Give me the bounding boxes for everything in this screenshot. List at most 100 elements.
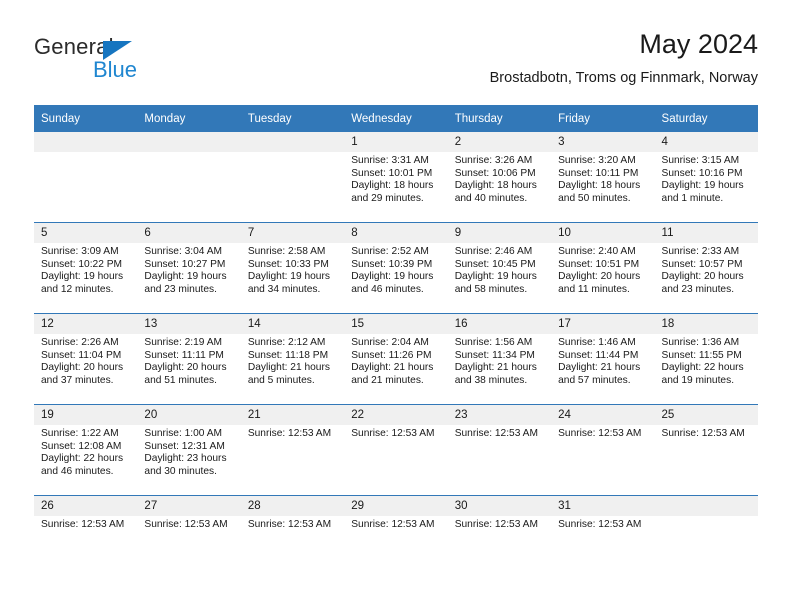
day-detail-line: and 23 minutes. <box>661 283 735 295</box>
day-sun-details: Sunrise: 2:19 AM Sunset: 11:11 PM Daylight… <box>137 334 240 387</box>
day-detail-line: Sunset: 10:33 PM <box>247 258 329 270</box>
day-number: 15 <box>344 314 448 334</box>
day-sun-details: Sunrise: 12:53 AM <box>344 516 447 532</box>
day-number: 24 <box>551 405 655 425</box>
day-number: 29 <box>344 496 448 516</box>
calendar-day-cell[interactable]: 10 Sunrise: 2:40 AM Sunset: 10:51 PM Daylig… <box>551 222 655 314</box>
weekday-header-saturday: Saturday <box>654 105 758 132</box>
day-number: 19 <box>34 405 138 425</box>
logo-text-blue: Blue <box>93 57 138 82</box>
day-sun-details: Sunrise: 12:53 AM <box>551 516 654 532</box>
day-sun-details: Sunrise: 1:46 AM Sunset: 11:44 PM Daylight… <box>551 334 654 387</box>
day-number <box>240 132 345 152</box>
day-detail-line: Daylight: 22 hours <box>41 453 124 465</box>
day-detail-line: Sunrise: 12:53 AM <box>661 428 745 439</box>
day-sun-details: Sunrise: 3:04 AM Sunset: 10:27 PM Daylight… <box>137 243 240 296</box>
day-detail-line: Daylight: 19 hours <box>454 271 537 283</box>
day-number <box>654 496 758 516</box>
day-detail-line: Sunrise: 2:58 AM <box>247 246 326 257</box>
calendar-day-cell[interactable]: 28 Sunrise: 12:53 AM <box>240 495 345 586</box>
day-sun-details: Sunrise: 12:53 AM <box>137 516 240 532</box>
calendar-day-cell[interactable]: 9 Sunrise: 2:46 AM Sunset: 10:45 PM Dayligh… <box>447 222 552 314</box>
day-detail-line: Sunrise: 2:52 AM <box>351 246 429 257</box>
day-number: 12 <box>34 314 138 334</box>
day-number: 9 <box>447 223 552 243</box>
day-sun-details: Sunrise: 12:53 AM <box>448 516 551 532</box>
day-sun-details: Sunrise: 2:26 AM Sunset: 11:04 PM Daylight… <box>34 334 137 387</box>
day-sun-details: Sunrise: 1:56 AM Sunset: 11:34 PM Daylight… <box>448 334 551 387</box>
day-number: 28 <box>240 496 345 516</box>
calendar-day-cell[interactable]: 20 Sunrise: 1:00 AM Sunset: 12:31 AM Daylig… <box>137 404 241 496</box>
day-sun-details: Sunrise: 12:53 AM <box>241 516 344 532</box>
calendar-day-cell[interactable]: 21 Sunrise: 12:53 AM <box>240 404 345 496</box>
day-sun-details: Sunrise: 2:58 AM Sunset: 10:33 PM Daylight… <box>241 243 344 296</box>
day-detail-line: Daylight: 21 hours <box>454 362 537 374</box>
calendar-grid: Sunday Monday Tuesday Wednesday Thursday Frid… <box>34 105 758 586</box>
calendar-day-cell[interactable]: 30 Sunrise: 12:53 AM <box>447 495 552 586</box>
calendar-day-cell[interactable]: 3 Sunrise: 3:20 AM Sunset: 10:11 PM Dayligh… <box>551 132 655 223</box>
day-number: 1 <box>344 132 448 152</box>
calendar-day-cell[interactable]: 2 Sunrise: 3:26 AM Sunset: 10:06 PM Dayligh… <box>447 132 552 223</box>
day-sun-details: Sunrise: 3:09 AM Sunset: 10:22 PM Daylight… <box>34 243 137 296</box>
day-number: 30 <box>447 496 552 516</box>
day-number: 17 <box>551 314 655 334</box>
calendar-day-cell[interactable]: 13 Sunrise: 2:19 AM Sunset: 11:11 PM Daylig… <box>137 313 241 405</box>
calendar-week-row: 12 Sunrise: 2:26 AM Sunset: 11:04 PM Daylig… <box>34 313 758 405</box>
day-detail-line: Sunrise: 3:15 AM <box>661 155 740 166</box>
day-detail-line: and 58 minutes. <box>454 283 528 295</box>
day-number: 26 <box>34 496 138 516</box>
day-detail-line: Sunrise: 1:56 AM <box>454 337 533 348</box>
day-detail-line: Sunrise: 3:09 AM <box>41 246 119 257</box>
day-sun-details: Sunrise: 2:04 AM Sunset: 11:26 PM Daylight… <box>344 334 447 387</box>
day-detail-line: Sunset: 10:11 PM <box>558 167 639 179</box>
day-detail-line: Daylight: 18 hours <box>454 180 537 192</box>
day-sun-details: Sunrise: 2:52 AM Sunset: 10:39 PM Daylight… <box>344 243 447 296</box>
calendar-day-cell[interactable]: 27 Sunrise: 12:53 AM <box>137 495 241 586</box>
day-detail-line: Sunset: 10:57 PM <box>661 258 743 270</box>
day-detail-line: Sunrise: 12:53 AM <box>558 428 642 439</box>
calendar-day-cell[interactable]: 5 Sunrise: 3:09 AM Sunset: 10:22 PM Dayligh… <box>34 222 138 314</box>
calendar-table: Sunday Monday Tuesday Wednesday Thursday Frid… <box>34 105 758 586</box>
calendar-day-cell[interactable]: 4 Sunrise: 3:15 AM Sunset: 10:16 PM Dayligh… <box>654 132 758 223</box>
day-number: 16 <box>447 314 552 334</box>
calendar-day-cell[interactable]: 18 Sunrise: 1:36 AM Sunset: 11:55 PM Daylig… <box>654 313 758 405</box>
calendar-day-cell[interactable]: 6 Sunrise: 3:04 AM Sunset: 10:27 PM Dayligh… <box>137 222 241 314</box>
calendar-day-cell[interactable]: 8 Sunrise: 2:52 AM Sunset: 10:39 PM Dayligh… <box>344 222 448 314</box>
day-detail-line: and 51 minutes. <box>144 374 217 386</box>
day-detail-line: Daylight: 22 hours <box>661 362 744 374</box>
day-sun-details: Sunrise: 1:00 AM Sunset: 12:31 AM Daylight… <box>137 425 240 478</box>
calendar-day-cell[interactable]: 15 Sunrise: 2:04 AM Sunset: 11:26 PM Daylig… <box>344 313 448 405</box>
calendar-day-cell[interactable]: 24 Sunrise: 12:53 AM <box>551 404 655 496</box>
day-detail-line: and 30 minutes. <box>144 465 217 477</box>
day-detail-line: Sunrise: 3:04 AM <box>144 246 223 257</box>
calendar-day-cell[interactable]: 17 Sunrise: 1:46 AM Sunset: 11:44 PM Daylig… <box>551 313 655 405</box>
calendar-day-cell[interactable]: 1 Sunrise: 3:31 AM Sunset: 10:01 PM Dayligh… <box>344 132 448 223</box>
calendar-day-cell[interactable]: 22 Sunrise: 12:53 AM <box>344 404 448 496</box>
general-blue-logo[interactable]: General Blue <box>34 34 254 90</box>
day-detail-line: Sunset: 11:04 PM <box>41 349 122 361</box>
calendar-day-cell[interactable]: 14 Sunrise: 2:12 AM Sunset: 11:18 PM Daylig… <box>240 313 345 405</box>
calendar-day-cell[interactable]: 11 Sunrise: 2:33 AM Sunset: 10:57 PM Daylig… <box>654 222 758 314</box>
day-detail-line: Sunset: 11:11 PM <box>144 349 224 361</box>
calendar-day-cell[interactable]: 29 Sunrise: 12:53 AM <box>344 495 448 586</box>
day-number: 23 <box>447 405 552 425</box>
calendar-day-cell[interactable]: 26 Sunrise: 12:53 AM <box>34 495 138 586</box>
day-detail-line: Daylight: 19 hours <box>351 271 434 283</box>
calendar-day-cell[interactable]: 12 Sunrise: 2:26 AM Sunset: 11:04 PM Daylig… <box>34 313 138 405</box>
calendar-day-cell[interactable]: 23 Sunrise: 12:53 AM <box>447 404 552 496</box>
calendar-day-cell[interactable]: 31 Sunrise: 12:53 AM <box>551 495 655 586</box>
day-detail-line: and 21 minutes. <box>351 374 424 386</box>
day-detail-line: and 57 minutes. <box>558 374 631 386</box>
day-detail-line: Sunrise: 12:53 AM <box>558 519 642 530</box>
calendar-day-cell[interactable]: 16 Sunrise: 1:56 AM Sunset: 11:34 PM Daylig… <box>447 313 552 405</box>
calendar-day-cell[interactable]: 25 Sunrise: 12:53 AM <box>654 404 758 496</box>
calendar-day-cell[interactable]: 7 Sunrise: 2:58 AM Sunset: 10:33 PM Dayligh… <box>240 222 345 314</box>
calendar-day-cell[interactable]: 19 Sunrise: 1:22 AM Sunset: 12:08 AM Daylig… <box>34 404 138 496</box>
day-detail-line: Daylight: 20 hours <box>558 271 641 283</box>
day-detail-line: and 19 minutes. <box>661 374 735 386</box>
calendar-day-cell-empty <box>654 495 758 586</box>
day-detail-line: Sunset: 10:45 PM <box>454 258 536 270</box>
day-detail-line: Sunrise: 2:19 AM <box>144 337 223 348</box>
day-detail-line: Daylight: 21 hours <box>351 362 434 374</box>
calendar-day-cell-empty <box>240 132 345 223</box>
